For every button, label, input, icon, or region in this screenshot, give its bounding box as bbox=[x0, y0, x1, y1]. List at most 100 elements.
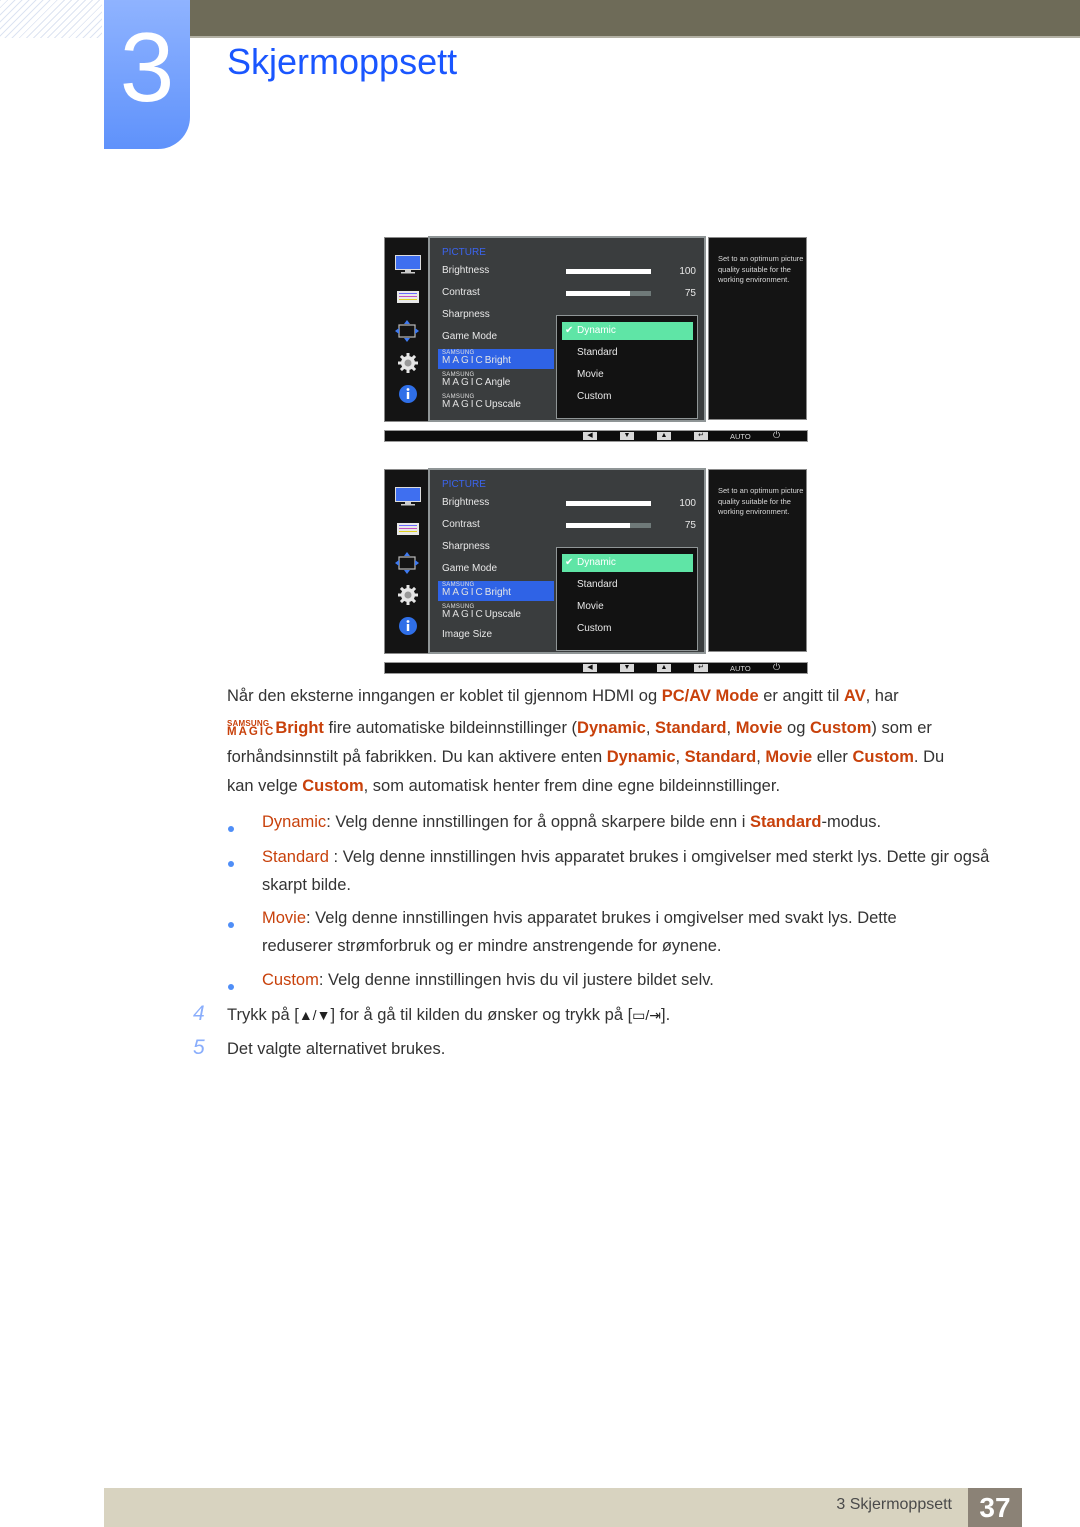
magic-bottom: MAGIC bbox=[442, 587, 485, 598]
option-label: Standard bbox=[577, 579, 618, 590]
menu-item-sharpness[interactable]: Sharpness bbox=[442, 541, 490, 552]
dropdown-option-custom[interactable]: Custom bbox=[562, 620, 693, 638]
osd-screen: PICTURE Brightness 100 Contrast 75 Sharpness G… bbox=[384, 236, 808, 444]
dropdown-option-standard[interactable]: Standard bbox=[562, 344, 693, 362]
position-resize-icon[interactable] bbox=[395, 552, 419, 574]
dropdown-option-dynamic[interactable]: ✔ Dynamic bbox=[562, 322, 693, 340]
menu-item-sharpness[interactable]: Sharpness bbox=[442, 309, 490, 320]
down-arrow-button[interactable]: ▼ bbox=[620, 432, 634, 440]
text: eller bbox=[812, 748, 853, 766]
checkmark-icon: ✔ bbox=[565, 557, 574, 568]
text: , bbox=[726, 719, 736, 737]
text: ] for å gå til kilden du ønsker og trykk… bbox=[330, 1006, 633, 1024]
text: ) som er bbox=[871, 719, 932, 737]
dropdown-option-movie[interactable]: Movie bbox=[562, 598, 693, 616]
down-arrow-button[interactable]: ▼ bbox=[620, 664, 634, 672]
menu-item-label: Brightness bbox=[442, 265, 490, 276]
menu-item-label: Bright bbox=[484, 355, 511, 366]
magic-bottom: MAGIC bbox=[442, 377, 485, 388]
slider-value: 100 bbox=[679, 266, 696, 277]
standard-term: Standard bbox=[684, 748, 757, 766]
gear-icon[interactable] bbox=[398, 585, 418, 605]
osd-button-bar: ◀ ▼ ▲ ↵ AUTO ⏻ bbox=[384, 430, 808, 442]
menu-item-label: Game Mode bbox=[442, 331, 498, 342]
up-arrow-button[interactable]: ▲ bbox=[657, 664, 671, 672]
info-icon[interactable] bbox=[399, 617, 417, 635]
position-resize-icon[interactable] bbox=[395, 320, 419, 342]
menu-item-brightness[interactable]: Brightness bbox=[442, 497, 489, 508]
bullet-text: : Velg denne innstillingen for å oppnå s… bbox=[326, 813, 750, 831]
auto-button[interactable]: AUTO bbox=[730, 432, 751, 441]
option-label: Dynamic bbox=[577, 557, 616, 568]
onscreen-display-icon[interactable] bbox=[397, 522, 419, 535]
menu-item-label: Brightness bbox=[442, 497, 490, 508]
menu-item-magic-upscale[interactable]: SAMSUNG MAGIC Upscale bbox=[442, 393, 521, 410]
bullet-text: : Velg denne innstillingen hvis du vil j… bbox=[318, 971, 714, 989]
intro-line-2: SAMSUNG MAGIC Bright fire automatiske bild… bbox=[227, 714, 1017, 743]
option-label: Standard bbox=[577, 347, 618, 358]
text: Når den eksterne inngangen er koblet til… bbox=[227, 687, 662, 705]
dropdown-option-custom[interactable]: Custom bbox=[562, 388, 693, 406]
menu-item-magic-angle[interactable]: SAMSUNG MAGIC Angle bbox=[442, 371, 510, 388]
menu-item-label: Contrast bbox=[442, 519, 480, 530]
samsung-magic-logo: SAMSUNG MAGIC bbox=[227, 720, 275, 739]
osd-picture-menu: PICTURE Brightness 100 Contrast 75 Sharpness G… bbox=[428, 468, 706, 654]
auto-button[interactable]: AUTO bbox=[730, 664, 751, 673]
power-icon[interactable]: ⏻ bbox=[773, 663, 780, 672]
onscreen-display-icon[interactable] bbox=[397, 290, 419, 303]
checkmark-icon: ✔ bbox=[565, 325, 574, 336]
dropdown-option-movie[interactable]: Movie bbox=[562, 366, 693, 384]
power-icon[interactable]: ⏻ bbox=[773, 431, 780, 440]
slider-contrast[interactable] bbox=[566, 523, 651, 528]
dropdown-option-dynamic[interactable]: ✔ Dynamic bbox=[562, 554, 693, 572]
bullet-dot bbox=[228, 861, 234, 867]
bullet-dot bbox=[228, 826, 234, 832]
slider-brightness[interactable] bbox=[566, 501, 651, 506]
dynamic-term: Dynamic bbox=[606, 748, 676, 766]
left-arrow-button[interactable]: ◀ bbox=[583, 432, 597, 440]
menu-item-brightness[interactable]: Brightness bbox=[442, 265, 489, 276]
info-icon[interactable] bbox=[399, 385, 417, 403]
menu-item-label: Bright bbox=[484, 587, 511, 598]
source-enter-icon: ▭/⇥ bbox=[632, 1007, 662, 1023]
slider-fill bbox=[566, 269, 651, 274]
option-label: Dynamic bbox=[577, 325, 616, 336]
text: , bbox=[756, 748, 766, 766]
menu-item-label: Angle bbox=[484, 377, 511, 388]
enter-button[interactable]: ↵ bbox=[694, 432, 708, 440]
up-arrow-button[interactable]: ▲ bbox=[657, 432, 671, 440]
slider-contrast[interactable] bbox=[566, 291, 651, 296]
menu-item-game-mode[interactable]: Game Mode bbox=[442, 331, 497, 342]
text: , bbox=[675, 748, 685, 766]
menu-item-magic-bright[interactable]: SAMSUNG MAGIC Bright bbox=[438, 581, 554, 601]
bullet-movie: Movie: Velg denne innstillingen hvis app… bbox=[262, 904, 962, 960]
text: forhåndsinnstilt på fabrikken. Du kan ak… bbox=[227, 748, 607, 766]
text: Trykk på [ bbox=[227, 1006, 299, 1024]
help-text: Set to an optimum picture quality suitab… bbox=[718, 254, 804, 284]
menu-item-label: Game Mode bbox=[442, 563, 498, 574]
gear-icon[interactable] bbox=[398, 353, 418, 373]
standard-term: Standard bbox=[749, 813, 822, 831]
picture-monitor-icon[interactable] bbox=[395, 487, 421, 506]
menu-item-image-size[interactable]: Image Size bbox=[442, 629, 492, 640]
menu-item-contrast[interactable]: Contrast bbox=[442, 519, 480, 530]
intro-line-3: forhåndsinnstilt på fabrikken. Du kan ak… bbox=[227, 743, 1017, 772]
menu-item-contrast[interactable]: Contrast bbox=[442, 287, 480, 298]
enter-button[interactable]: ↵ bbox=[694, 664, 708, 672]
menu-item-game-mode[interactable]: Game Mode bbox=[442, 563, 497, 574]
osd-icon-sidebar bbox=[384, 237, 432, 422]
bullet-dynamic: Dynamic: Velg denne innstillingen for å … bbox=[262, 808, 1012, 836]
menu-item-label: Upscale bbox=[484, 399, 521, 410]
bullet-text: -modus. bbox=[821, 813, 882, 831]
menu-item-magic-upscale[interactable]: SAMSUNG MAGIC Upscale bbox=[442, 603, 521, 620]
custom-term: Custom bbox=[809, 719, 872, 737]
intro-line-1: Når den eksterne inngangen er koblet til… bbox=[227, 682, 1017, 711]
left-arrow-button[interactable]: ◀ bbox=[583, 664, 597, 672]
menu-item-magic-bright[interactable]: SAMSUNG MAGIC Bright bbox=[438, 349, 554, 369]
dropdown-option-standard[interactable]: Standard bbox=[562, 576, 693, 594]
picture-monitor-icon[interactable] bbox=[395, 255, 421, 274]
slider-brightness[interactable] bbox=[566, 269, 651, 274]
text: er angitt til bbox=[758, 687, 844, 705]
menu-item-label: Sharpness bbox=[442, 541, 490, 552]
bullet-term: Custom bbox=[262, 971, 319, 989]
